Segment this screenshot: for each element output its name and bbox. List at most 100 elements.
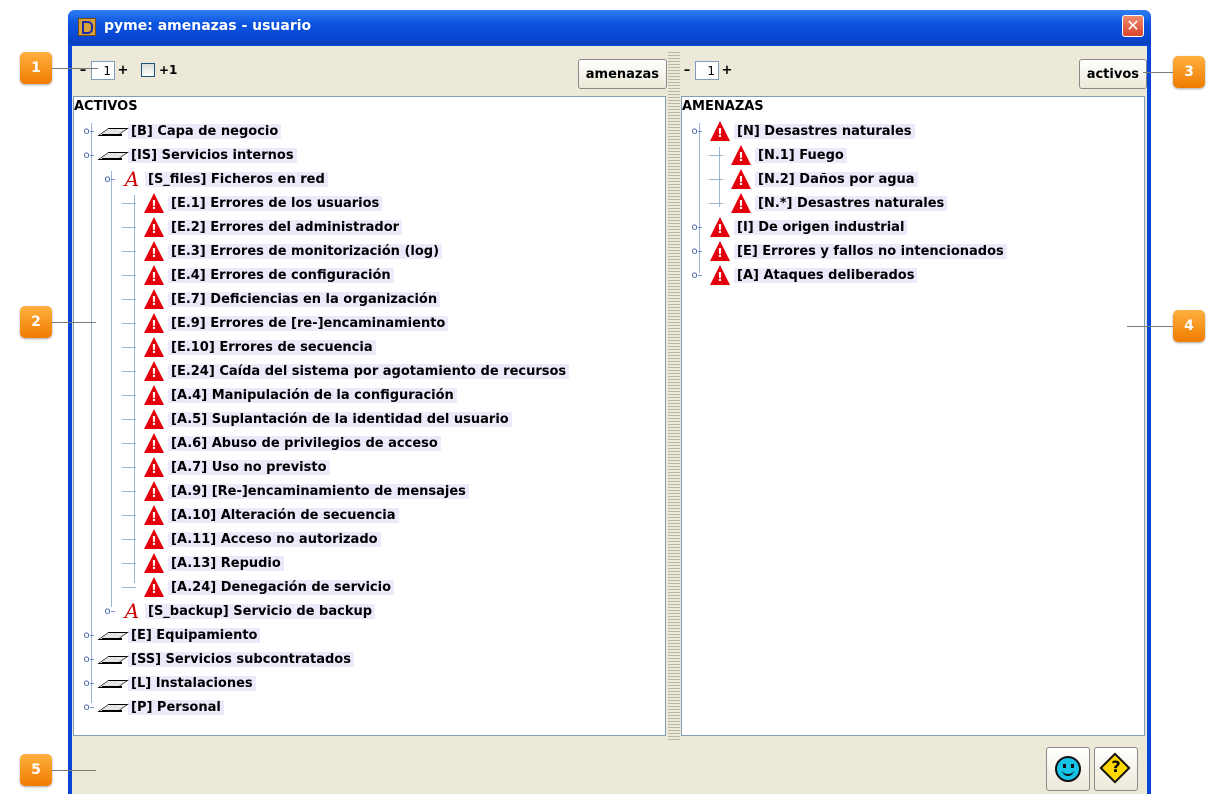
level-input[interactable]: 1 xyxy=(91,60,115,80)
tree-row[interactable]: ! [N.1] Fuego xyxy=(709,143,847,167)
expand-toggle-icon[interactable]: o– xyxy=(688,222,706,233)
checkbox-box[interactable] xyxy=(141,63,155,77)
expand-toggle-icon[interactable]: o– xyxy=(80,150,98,161)
tree-row[interactable]: o– [B] Capa de negocio xyxy=(80,119,282,143)
tree-row[interactable]: o–! [A] Ataques deliberados xyxy=(688,263,918,287)
expand-toggle-icon[interactable]: o– xyxy=(80,630,98,641)
tree-row[interactable]: ! [E.2] Errores del administrador xyxy=(122,215,403,239)
tree-row[interactable]: ! [A.7] Uso no previsto xyxy=(122,455,330,479)
tree-row[interactable]: o–! [I] De origen industrial xyxy=(688,215,908,239)
tree-row[interactable]: ! [N.*] Desastres naturales xyxy=(709,191,948,215)
tree-row[interactable]: ! [E.7] Deficiencias en la organización xyxy=(122,287,441,311)
tree-item-label[interactable]: [A.11] Acceso no autorizado xyxy=(168,531,381,547)
tree-row[interactable]: o– [E] Equipamiento xyxy=(80,623,261,647)
help-button[interactable]: ? xyxy=(1094,747,1138,791)
tree-item-label[interactable]: [S_backup] Servicio de backup xyxy=(145,603,376,619)
expand-toggle-icon[interactable]: o– xyxy=(80,678,98,689)
increment-button[interactable]: + xyxy=(117,63,129,78)
tree-row[interactable]: ! [A.9] [Re-]encaminamiento de mensajes xyxy=(122,479,469,503)
tree-item-label[interactable]: [E.1] Errores de los usuarios xyxy=(168,195,383,211)
expand-toggle-icon[interactable]: o– xyxy=(688,270,706,281)
expand-toggle-icon[interactable]: o– xyxy=(101,174,119,185)
tree-item-label[interactable]: [N.2] Daños por agua xyxy=(755,171,918,187)
expand-toggle-icon[interactable]: o– xyxy=(688,126,706,137)
decrement-button[interactable]: – xyxy=(681,63,693,78)
expand-toggle-icon[interactable]: o– xyxy=(80,126,98,137)
tree-row[interactable]: ! [E.9] Errores de [re-]encaminamiento xyxy=(122,311,449,335)
split-divider[interactable] xyxy=(668,50,680,742)
tree-item-label[interactable]: [N.1] Fuego xyxy=(755,147,847,163)
close-button[interactable]: ✕ xyxy=(1122,15,1144,37)
tree-item-label[interactable]: [N] Desastres naturales xyxy=(734,123,915,139)
tree-item-label[interactable]: [L] Instalaciones xyxy=(128,675,256,691)
tree-row[interactable]: ! [E.10] Errores de secuencia xyxy=(122,335,376,359)
tree-item-label[interactable]: [E.10] Errores de secuencia xyxy=(168,339,376,355)
expand-toggle-icon[interactable]: o– xyxy=(80,654,98,665)
tree-item-label[interactable]: [A.7] Uso no previsto xyxy=(168,459,330,475)
decrement-button[interactable]: – xyxy=(77,63,89,78)
tree-item-label[interactable]: [A.13] Repudio xyxy=(168,555,284,571)
window-title: pyme: amenazas - usuario xyxy=(104,18,312,34)
tree-item-label[interactable]: [A.4] Manipulación de la configuración xyxy=(168,387,457,403)
status-button[interactable] xyxy=(1046,747,1090,791)
tree-item-label[interactable]: [S_files] Ficheros en red xyxy=(145,171,328,187)
tree-row[interactable]: ! [A.13] Repudio xyxy=(122,551,284,575)
tree-row[interactable]: o– [SS] Servicios subcontratados xyxy=(80,647,354,671)
expand-toggle-icon[interactable]: o– xyxy=(688,246,706,257)
expand-toggle-icon[interactable]: o– xyxy=(80,702,98,713)
tree-item-label[interactable]: [IS] Servicios internos xyxy=(128,147,297,163)
tree-row[interactable]: ! [A.24] Denegación de servicio xyxy=(122,575,395,599)
increment-button[interactable]: + xyxy=(721,63,733,78)
tree-row[interactable]: ! [N.2] Daños por agua xyxy=(709,167,918,191)
tree-item-label[interactable]: [A] Ataques deliberados xyxy=(734,267,918,283)
tree-row[interactable]: o– [IS] Servicios internos xyxy=(80,143,297,167)
tree-item-label[interactable]: [A.10] Alteración de secuencia xyxy=(168,507,399,523)
tree-item-label[interactable]: [E] Equipamiento xyxy=(128,627,261,643)
tree-item-label[interactable]: [E.3] Errores de monitorización (log) xyxy=(168,243,443,259)
threats-tree-pane[interactable]: AMENAZAS o–! [N] Desastres naturales! [N.1… xyxy=(681,96,1145,736)
tree-item-label[interactable]: [E.24] Caída del sistema por agotamiento… xyxy=(168,363,570,379)
tree-item-label[interactable]: [A.6] Abuso de privilegios de acceso xyxy=(168,435,441,451)
tree-item-label[interactable]: [A.5] Suplantación de la identidad del u… xyxy=(168,411,512,427)
tree-item-label[interactable]: [E.4] Errores de configuración xyxy=(168,267,394,283)
tree-item-label[interactable]: [E.2] Errores del administrador xyxy=(168,219,403,235)
callout-leader xyxy=(52,68,98,69)
tree-item-label[interactable]: [P] Personal xyxy=(128,699,224,715)
tree-item-label[interactable]: [B] Capa de negocio xyxy=(128,123,282,139)
activos-button[interactable]: activos xyxy=(1078,59,1147,89)
expand-toggle-icon xyxy=(122,322,136,324)
warning-icon: ! xyxy=(143,264,165,286)
tree-row[interactable]: ! [A.5] Suplantación de la identidad del … xyxy=(122,407,512,431)
tree-item-label[interactable]: [SS] Servicios subcontratados xyxy=(128,651,354,667)
tree-row[interactable]: ! [E.1] Errores de los usuarios xyxy=(122,191,383,215)
tree-row[interactable]: ! [E.24] Caída del sistema por agotamient… xyxy=(122,359,570,383)
tree-row[interactable]: ! [A.6] Abuso de privilegios de acceso xyxy=(122,431,441,455)
tree-item-label[interactable]: [E] Errores y fallos no intencionados xyxy=(734,243,1007,259)
tree-row[interactable]: ! [A.11] Acceso no autorizado xyxy=(122,527,381,551)
callout-badge-5: 5 xyxy=(20,754,52,786)
plus-one-checkbox[interactable]: +1 xyxy=(141,63,177,77)
tree-row[interactable]: o–! [E] Errores y fallos no intencionados xyxy=(688,239,1007,263)
tree-item-label[interactable]: [A.24] Denegación de servicio xyxy=(168,579,395,595)
tree-row[interactable]: o– A [S_backup] Servicio de backup xyxy=(101,599,376,623)
tree-item-label[interactable]: [E.9] Errores de [re-]encaminamiento xyxy=(168,315,449,331)
tree-item-label[interactable]: [N.*] Desastres naturales xyxy=(755,195,948,211)
expand-toggle-icon xyxy=(122,250,136,252)
tree-row[interactable]: o– A [S_files] Ficheros en red xyxy=(101,167,328,191)
tree-row[interactable]: ! [A.4] Manipulación de la configuración xyxy=(122,383,457,407)
level-input[interactable]: 1 xyxy=(695,60,719,80)
tree-item-label[interactable]: [A.9] [Re-]encaminamiento de mensajes xyxy=(168,483,469,499)
tree-row[interactable]: ! [E.4] Errores de configuración xyxy=(122,263,394,287)
tree-row[interactable]: ! [A.10] Alteración de secuencia xyxy=(122,503,399,527)
tree-row[interactable]: o– [L] Instalaciones xyxy=(80,671,256,695)
tree-line xyxy=(91,123,92,703)
tree-row[interactable]: ! [E.3] Errores de monitorización (log) xyxy=(122,239,443,263)
tree-row[interactable]: o– [P] Personal xyxy=(80,695,224,719)
expand-toggle-icon xyxy=(122,202,136,204)
tree-row[interactable]: o–! [N] Desastres naturales xyxy=(688,119,915,143)
tree-item-label[interactable]: [E.7] Deficiencias en la organización xyxy=(168,291,441,307)
assets-tree-pane[interactable]: ACTIVOS o– [B] Capa de negocio o– [IS] Serv… xyxy=(73,96,666,736)
amenazas-button[interactable]: amenazas xyxy=(577,59,667,89)
expand-toggle-icon[interactable]: o– xyxy=(101,606,119,617)
tree-item-label[interactable]: [I] De origen industrial xyxy=(734,219,908,235)
